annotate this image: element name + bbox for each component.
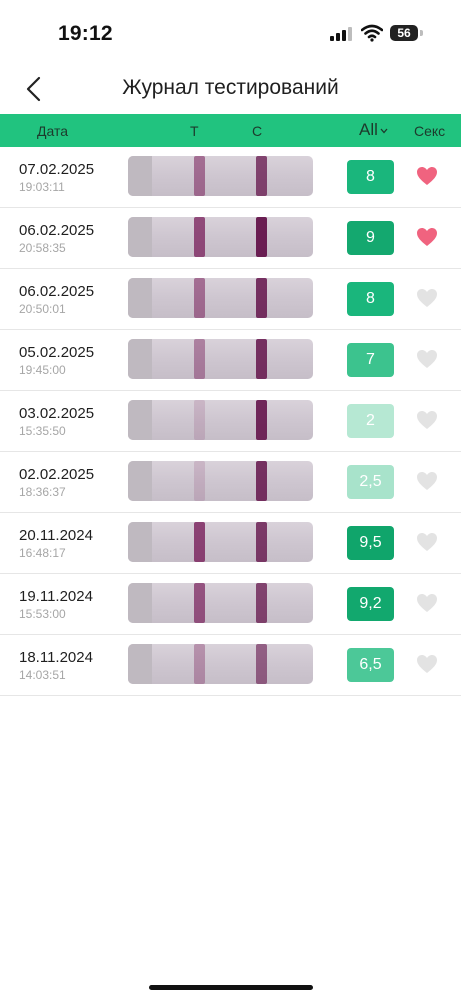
test-log-list: 07.02.2025 19:03:11 8 06.02.2025 20:58:35 9 06… — [0, 147, 461, 696]
test-strip-image[interactable] — [128, 217, 313, 257]
test-date: 19.11.2024 — [19, 588, 93, 605]
strip-handle — [128, 644, 152, 684]
heart-icon[interactable] — [416, 227, 438, 247]
strip-handle — [128, 522, 152, 562]
test-strip-image[interactable] — [128, 400, 313, 440]
header-date[interactable]: Дата — [37, 123, 68, 139]
test-strip-image[interactable] — [128, 156, 313, 196]
test-date: 18.11.2024 — [19, 649, 93, 666]
cellular-signal-icon — [330, 27, 352, 41]
control-line-c — [256, 522, 267, 562]
test-time: 20:50:01 — [19, 302, 66, 316]
test-strip-image[interactable] — [128, 339, 313, 379]
heart-icon[interactable] — [416, 349, 438, 369]
chevron-down-icon[interactable] — [380, 128, 388, 134]
header-c-line: С — [252, 123, 263, 139]
control-line-c — [256, 156, 267, 196]
score-badge[interactable]: 9 — [347, 221, 394, 255]
heart-icon[interactable] — [416, 471, 438, 491]
test-date: 05.02.2025 — [19, 344, 95, 361]
test-strip-image[interactable] — [128, 278, 313, 318]
test-date: 20.11.2024 — [19, 527, 93, 544]
list-item[interactable]: 18.11.2024 14:03:51 6,5 — [0, 635, 461, 696]
list-item[interactable]: 19.11.2024 15:53:00 9,2 — [0, 574, 461, 635]
test-line-t — [194, 522, 205, 562]
test-time: 19:03:11 — [19, 180, 65, 194]
test-date: 03.02.2025 — [19, 405, 95, 422]
test-time: 20:58:35 — [19, 241, 66, 255]
test-date: 06.02.2025 — [19, 222, 95, 239]
list-item[interactable]: 20.11.2024 16:48:17 9,5 — [0, 513, 461, 574]
test-date: 06.02.2025 — [19, 283, 95, 300]
score-badge[interactable]: 8 — [347, 282, 394, 316]
test-line-t — [194, 461, 205, 501]
test-line-t — [194, 156, 205, 196]
test-time: 14:03:51 — [19, 668, 66, 682]
list-item[interactable]: 07.02.2025 19:03:11 8 — [0, 147, 461, 208]
strip-handle — [128, 583, 152, 623]
navigation-bar: Журнал тестирований — [0, 62, 461, 114]
strip-handle — [128, 156, 152, 196]
list-item[interactable]: 06.02.2025 20:58:35 9 — [0, 208, 461, 269]
score-badge[interactable]: 9,2 — [347, 587, 394, 621]
test-line-t — [194, 339, 205, 379]
test-line-t — [194, 217, 205, 257]
control-line-c — [256, 644, 267, 684]
table-header: Дата Т С All Секс — [0, 114, 461, 147]
strip-handle — [128, 217, 152, 257]
score-badge[interactable]: 7 — [347, 343, 394, 377]
score-badge[interactable]: 8 — [347, 160, 394, 194]
control-line-c — [256, 217, 267, 257]
list-item[interactable]: 05.02.2025 19:45:00 7 — [0, 330, 461, 391]
list-item[interactable]: 02.02.2025 18:36:37 2,5 — [0, 452, 461, 513]
list-item[interactable]: 06.02.2025 20:50:01 8 — [0, 269, 461, 330]
test-line-t — [194, 400, 205, 440]
list-item[interactable]: 03.02.2025 15:35:50 2 — [0, 391, 461, 452]
test-line-t — [194, 583, 205, 623]
control-line-c — [256, 583, 267, 623]
control-line-c — [256, 339, 267, 379]
header-sex: Секс — [414, 123, 446, 139]
test-strip-image[interactable] — [128, 461, 313, 501]
status-time: 19:12 — [58, 22, 113, 45]
test-date: 07.02.2025 — [19, 161, 95, 178]
control-line-c — [256, 278, 267, 318]
control-line-c — [256, 461, 267, 501]
score-badge[interactable]: 2,5 — [347, 465, 394, 499]
test-strip-image[interactable] — [128, 583, 313, 623]
test-time: 16:48:17 — [19, 546, 66, 560]
test-date: 02.02.2025 — [19, 466, 95, 483]
score-badge[interactable]: 2 — [347, 404, 394, 438]
heart-icon[interactable] — [416, 532, 438, 552]
heart-icon[interactable] — [416, 654, 438, 674]
score-badge[interactable]: 6,5 — [347, 648, 394, 682]
status-bar: 19:12 56 — [0, 0, 461, 62]
heart-icon[interactable] — [416, 166, 438, 186]
test-line-t — [194, 278, 205, 318]
test-strip-image[interactable] — [128, 644, 313, 684]
battery-tip — [420, 30, 423, 36]
filter-dropdown[interactable]: All — [359, 120, 378, 140]
test-time: 19:45:00 — [19, 363, 66, 377]
test-strip-image[interactable] — [128, 522, 313, 562]
strip-handle — [128, 339, 152, 379]
strip-handle — [128, 278, 152, 318]
control-line-c — [256, 400, 267, 440]
strip-handle — [128, 461, 152, 501]
test-line-t — [194, 644, 205, 684]
test-time: 15:53:00 — [19, 607, 66, 621]
test-time: 18:36:37 — [19, 485, 66, 499]
home-indicator — [149, 985, 313, 990]
battery-icon: 56 — [390, 25, 418, 41]
strip-handle — [128, 400, 152, 440]
heart-icon[interactable] — [416, 593, 438, 613]
score-badge[interactable]: 9,5 — [347, 526, 394, 560]
page-title: Журнал тестирований — [122, 76, 339, 99]
heart-icon[interactable] — [416, 288, 438, 308]
header-t-line: Т — [190, 123, 199, 139]
heart-icon[interactable] — [416, 410, 438, 430]
test-time: 15:35:50 — [19, 424, 66, 438]
wifi-icon — [361, 24, 383, 42]
